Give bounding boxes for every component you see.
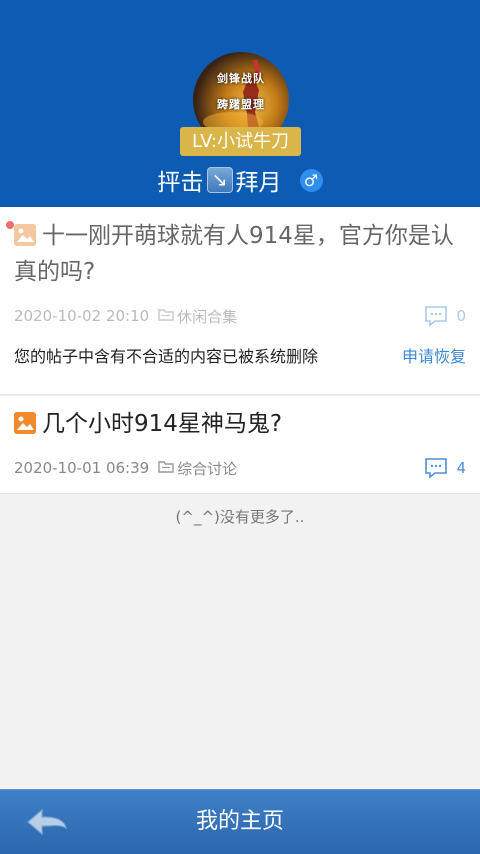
username: 抨击 ↘ 拜月 ♂ <box>0 164 480 196</box>
post-item[interactable]: 十一刚开萌球就有人914星，官方你是认真的吗? 2020-10-02 20:10… <box>0 207 480 395</box>
no-more-text: (^_^)没有更多了.. <box>175 508 305 526</box>
request-restore-link[interactable]: 申请恢复 <box>402 343 466 367</box>
male-gender-icon: ♂ <box>299 168 323 192</box>
post-meta: 2020-10-01 06:39 综合讨论 4 <box>14 457 466 479</box>
deleted-notice: 您的帖子中含有不合适的内容已被系统删除 <box>14 347 319 366</box>
comment-count: 0 <box>424 305 466 327</box>
comment-icon <box>425 306 448 327</box>
back-button[interactable] <box>22 804 72 840</box>
folder-icon <box>158 459 174 477</box>
comment-icon <box>425 458 448 479</box>
back-arrow-icon <box>27 808 67 836</box>
post-meta: 2020-10-02 20:10 休闲合集 0 <box>14 305 466 327</box>
post-title[interactable]: 几个小时914星神马鬼? <box>14 406 456 442</box>
post-title[interactable]: 十一刚开萌球就有人914星，官方你是认真的吗? <box>14 218 456 290</box>
image-icon <box>14 412 36 434</box>
post-date: 2020-10-02 20:10 <box>14 307 150 325</box>
post-category[interactable]: 休闲合集 <box>177 306 237 327</box>
post-title-text: 几个小时914星神马鬼? <box>42 411 283 437</box>
username-part-2: 拜月 <box>235 170 282 196</box>
username-part-1: 抨击 <box>157 170 204 196</box>
image-icon <box>14 224 36 246</box>
post-title-text: 十一刚开萌球就有人914星，官方你是认真的吗? <box>14 223 454 285</box>
comment-count-value: 0 <box>456 307 466 325</box>
comment-count-value: 4 <box>456 459 466 477</box>
level-badge: LV:小试牛刀 <box>180 127 301 156</box>
unread-dot <box>6 221 14 229</box>
comment-count: 4 <box>424 457 466 479</box>
post-date: 2020-10-01 06:39 <box>14 459 150 477</box>
profile-header: 剑锋战队 踌躇盟理 LV:小试牛刀 抨击 ↘ 拜月 ♂ <box>0 0 480 207</box>
avatar-text-2: 踌躇盟理 <box>217 98 265 111</box>
avatar-text-1: 剑锋战队 <box>217 72 265 85</box>
bottom-nav-bar: 我的主页 <box>0 789 480 854</box>
arrow-emoji-icon: ↘ <box>206 167 233 193</box>
post-item[interactable]: 几个小时914星神马鬼? 2020-10-01 06:39 综合讨论 4 <box>0 396 480 494</box>
folder-icon <box>158 307 174 325</box>
post-category[interactable]: 综合讨论 <box>177 458 237 479</box>
page-title: 我的主页 <box>195 809 284 834</box>
